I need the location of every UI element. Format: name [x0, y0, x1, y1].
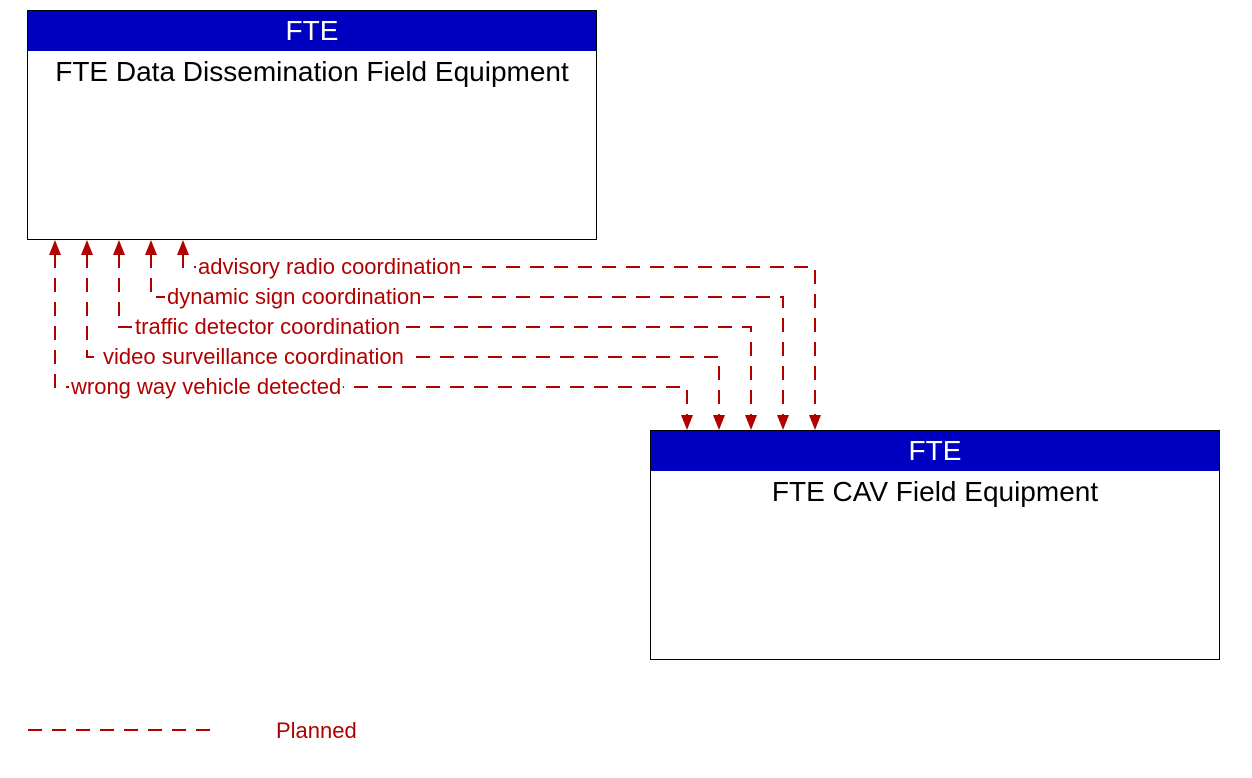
- arrow-down-icon: [777, 415, 789, 430]
- flow-label-advisory-radio: advisory radio coordination: [196, 254, 463, 280]
- arrow-up-icon: [81, 240, 93, 255]
- arrow-up-icon: [145, 240, 157, 255]
- flow-label-traffic-detector: traffic detector coordination: [133, 314, 402, 340]
- legend-label-planned: Planned: [276, 718, 357, 744]
- flow-label-wrong-way: wrong way vehicle detected: [69, 374, 343, 400]
- node-body: FTE Data Dissemination Field Equipment: [28, 51, 596, 89]
- arrow-up-icon: [49, 240, 61, 255]
- node-header: FTE: [651, 431, 1219, 471]
- arrow-up-icon: [113, 240, 125, 255]
- arrow-up-icon: [177, 240, 189, 255]
- arrow-down-icon: [713, 415, 725, 430]
- node-body: FTE CAV Field Equipment: [651, 471, 1219, 509]
- flow-label-video-surveillance: video surveillance coordination: [101, 344, 406, 370]
- arrow-down-icon: [681, 415, 693, 430]
- node-header: FTE: [28, 11, 596, 51]
- flow-label-dynamic-sign: dynamic sign coordination: [165, 284, 423, 310]
- arrow-down-icon: [809, 415, 821, 430]
- node-fte-data-dissemination: FTE FTE Data Dissemination Field Equipme…: [27, 10, 597, 240]
- node-fte-cav-field: FTE FTE CAV Field Equipment: [650, 430, 1220, 660]
- arrow-down-icon: [745, 415, 757, 430]
